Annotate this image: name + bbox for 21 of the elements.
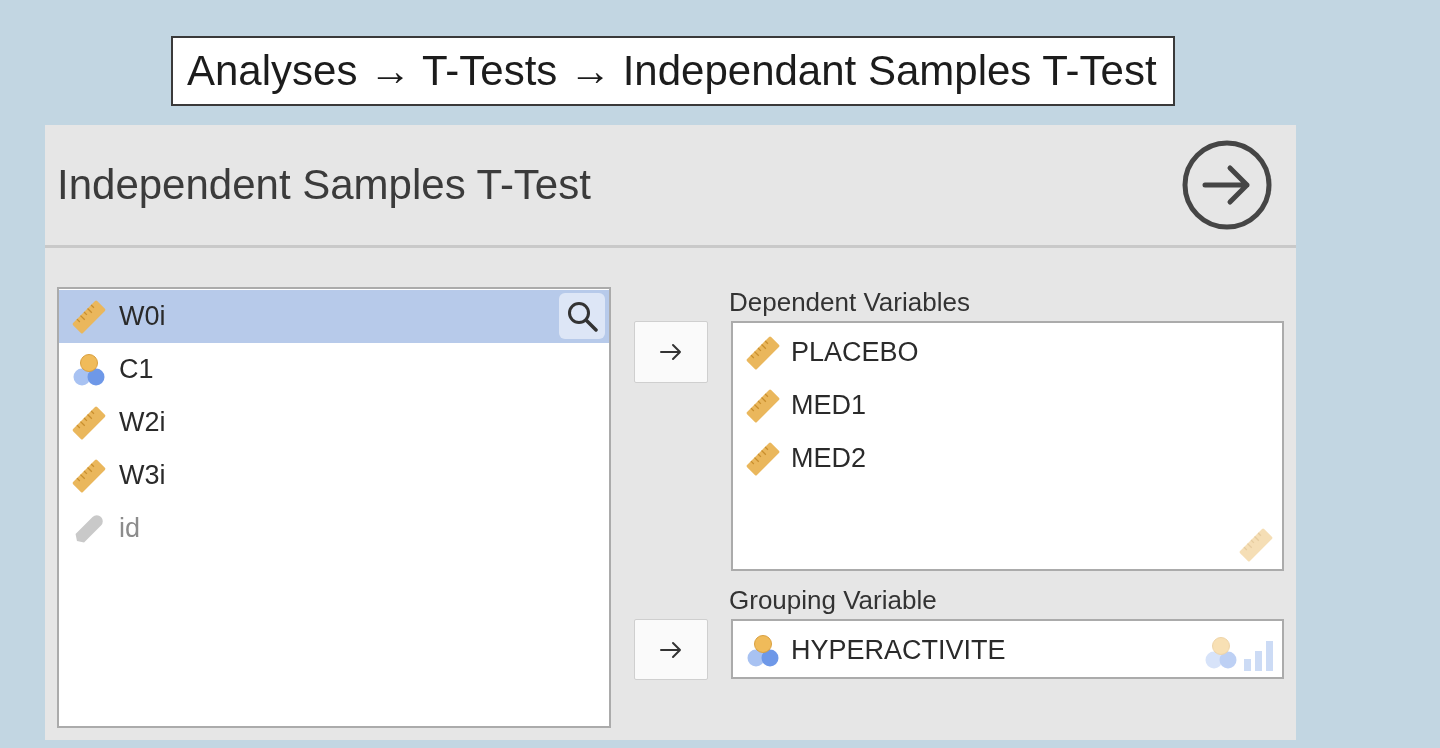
assigned-variable-item[interactable]: PLACEBO [733, 326, 1282, 379]
variable-list-item[interactable]: W3i [59, 449, 609, 502]
assigned-variable-item[interactable]: MED2 [733, 432, 1282, 485]
breadcrumb-caption: Analyses → T-Tests → Independant Samples T-Test [171, 36, 1175, 106]
variable-list-item[interactable]: W0i [59, 290, 609, 343]
search-button[interactable] [559, 293, 605, 339]
section-label: Dependent Variables [729, 287, 971, 319]
variable-list-item[interactable]: W2i [59, 396, 609, 449]
section-label: Grouping Variable [729, 585, 938, 617]
circles-icon [745, 632, 781, 669]
assigned-variable-item[interactable]: MED1 [733, 379, 1282, 432]
run-button[interactable] [1182, 140, 1272, 230]
assigned-variable-item[interactable]: HYPERACTIVITE [733, 624, 1282, 677]
circles-icon [1203, 635, 1239, 671]
bars-icon [1243, 639, 1274, 671]
arrow-icon [659, 343, 683, 361]
panel-title: Independent Samples T-Test [57, 161, 591, 209]
arrow-icon [659, 640, 683, 659]
variable-list-item[interactable]: C1 [59, 343, 609, 396]
circles-icon [71, 351, 107, 388]
search-icon [566, 300, 598, 332]
